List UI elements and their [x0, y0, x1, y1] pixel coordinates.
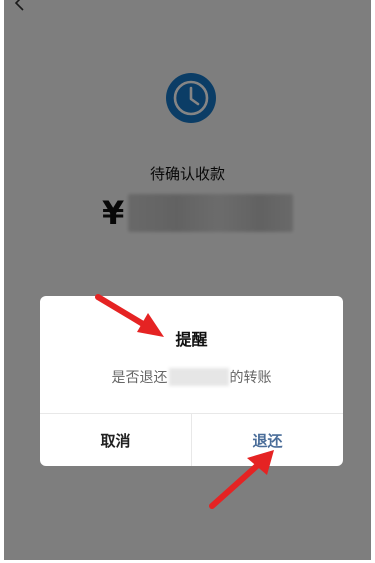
receipt-screen: 待确认收款 ¥ 提醒 是否退还 的转账 取消 退还 — [4, 0, 371, 560]
refund-dialog: 提醒 是否退还 的转账 取消 退还 — [40, 296, 343, 466]
refund-button[interactable]: 退还 — [192, 414, 343, 466]
dialog-message: 是否退还 的转账 — [40, 367, 343, 387]
dialog-title: 提醒 — [175, 330, 208, 349]
sender-name-redacted — [168, 368, 229, 386]
dialog-button-row: 取消 退还 — [40, 413, 343, 466]
dialog-message-prefix: 是否退还 — [111, 370, 168, 386]
dialog-message-suffix: 的转账 — [229, 370, 272, 386]
cancel-button[interactable]: 取消 — [40, 414, 192, 466]
modal-overlay — [4, 0, 371, 560]
